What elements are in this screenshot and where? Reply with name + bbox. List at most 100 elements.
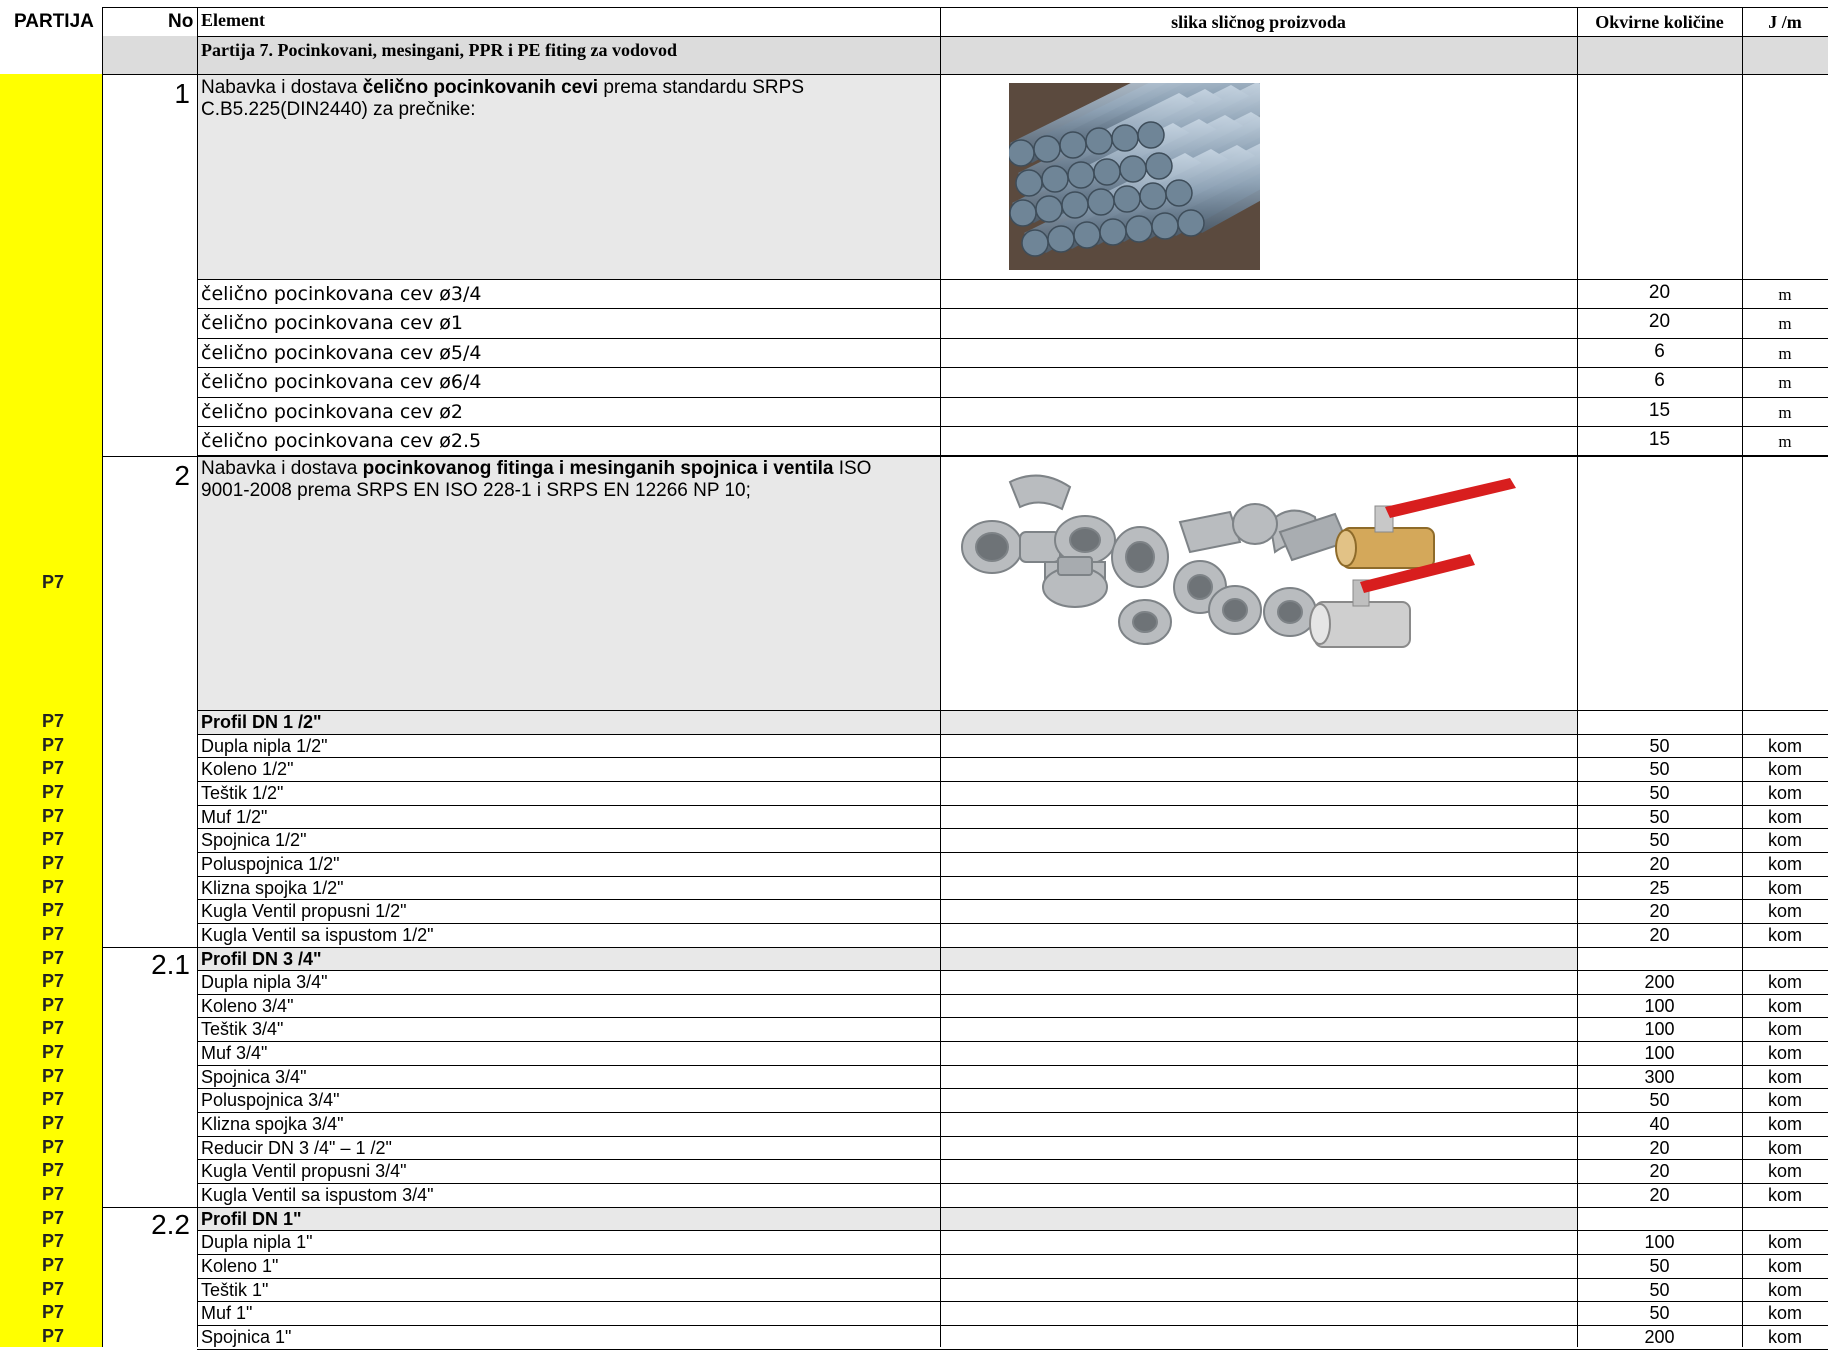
pipe-qty: 20 <box>1648 311 1671 333</box>
fitting-qty: 50 <box>1649 806 1670 827</box>
fitting-name: Poluspojnica 3/4" <box>201 1090 340 1111</box>
fitting-name: Klizna spojka 3/4" <box>201 1114 344 1135</box>
group-top-line <box>102 1206 1828 1208</box>
pipe-name: čelično pocinkovana cev ø2 <box>201 400 463 423</box>
fitting-unit: kom <box>1767 1161 1802 1182</box>
fitting-name: Teštik 1" <box>201 1279 269 1300</box>
row-partija: P7 <box>42 1042 65 1063</box>
fitting-qty: 20 <box>1649 1185 1670 1205</box>
pipe-end <box>1137 121 1165 149</box>
fitting-qty: 20 <box>1649 853 1670 874</box>
pipe-end <box>1015 169 1043 197</box>
pipe-qty: 15 <box>1648 399 1671 421</box>
header-slika: slika sličnog proizvoda <box>1171 12 1346 32</box>
fitting-name: Poluspojnica 1/2" <box>201 853 340 874</box>
row-partija: P7 <box>42 1089 65 1110</box>
fitting-row-line <box>197 993 1828 995</box>
pipe-end <box>1021 229 1049 257</box>
fitting-unit: kom <box>1767 972 1802 993</box>
fitting-qty: 50 <box>1649 1090 1670 1111</box>
group-title: Profil DN 1" <box>201 1208 302 1229</box>
fitting-name: Kugla Ventil propusni 1/2" <box>201 901 407 922</box>
pipe-end <box>1145 152 1173 180</box>
section-bottom-line <box>102 74 1828 75</box>
row-partija: P7 <box>42 1065 65 1086</box>
row-partija: P7 <box>42 1207 65 1228</box>
pipe-unit: m <box>1778 402 1792 422</box>
pipe-unit: m <box>1778 285 1792 304</box>
fitting-name: Muf 1" <box>201 1303 253 1324</box>
item2-description: Nabavka i dostava pocinkovanog fitinga i… <box>201 458 871 502</box>
fitting-qty: 50 <box>1649 735 1670 756</box>
pipe-end <box>1125 215 1153 243</box>
fitting-qty: 20 <box>1649 901 1670 922</box>
pipe-unit: m <box>1778 432 1792 451</box>
fitting-unit: kom <box>1767 1090 1802 1111</box>
fitting-qty: 50 <box>1649 759 1670 780</box>
pipe-name: čelično pocinkovana cev ø1 <box>201 312 463 335</box>
fitting-name: Dupla nipla 1" <box>201 1232 313 1253</box>
pipe-row-line <box>197 367 1828 369</box>
row-partija: P7 <box>42 829 65 850</box>
fitting-unit: kom <box>1767 995 1802 1016</box>
fitting-row-line <box>197 1135 1828 1137</box>
fitting-qty: 20 <box>1649 1161 1670 1182</box>
fitting-unit: kom <box>1767 1303 1802 1324</box>
column-line <box>1577 7 1578 1347</box>
row-partija: P7 <box>42 805 65 826</box>
fitting-name: Dupla nipla 1/2" <box>201 735 328 756</box>
row-partija: P7 <box>42 994 65 1015</box>
group-top-line <box>102 946 1828 948</box>
fitting-name: Muf 3/4" <box>201 1043 268 1064</box>
item2-desc-bottom-line <box>197 710 1828 711</box>
pipe-end <box>1087 188 1115 216</box>
fitting-unit: kom <box>1767 1066 1802 1087</box>
header-jm: J /m <box>1768 12 1802 32</box>
row-partija: P7 <box>42 1184 65 1204</box>
fitting-qty: 50 <box>1649 782 1670 803</box>
fitting-unit: kom <box>1767 1279 1802 1300</box>
row-partija: P7 <box>42 758 65 779</box>
fitting-unit: kom <box>1767 924 1802 945</box>
pipe-row-line <box>197 308 1828 310</box>
row-partija: P7 <box>42 1231 65 1252</box>
pipe-end <box>1165 179 1193 207</box>
group-number: 2.2 <box>151 1208 190 1240</box>
fitting-qty: 25 <box>1649 877 1670 898</box>
fitting-unit: kom <box>1767 901 1802 922</box>
header-element: Element <box>201 10 265 30</box>
group-title: Profil DN 1 /2" <box>201 712 322 732</box>
item1-desc-pre: Nabavka i dostava <box>201 77 363 98</box>
fitting-unit: kom <box>1767 806 1802 827</box>
fitting-name: Koleno 1" <box>201 1255 279 1276</box>
fitting-qty: 50 <box>1649 1255 1670 1276</box>
pipe-end <box>1085 127 1113 155</box>
row-partija: P7 <box>42 781 65 802</box>
column-line <box>102 7 103 1347</box>
fitting-name: Koleno 3/4" <box>201 995 294 1016</box>
row-partija: P7 <box>42 876 65 897</box>
group-row-line <box>197 970 1828 972</box>
section-title: Partija 7. Pocinkovani, mesingani, PPR i… <box>201 40 678 60</box>
fitting-unit: kom <box>1767 1185 1802 1205</box>
pipe-unit: m <box>1778 343 1792 363</box>
fitting-row-line <box>197 1324 1828 1326</box>
group-title-fill <box>197 710 1577 734</box>
row-partija: P7 <box>42 1302 65 1323</box>
group-title-fill <box>197 946 1577 971</box>
fitting-qty: 100 <box>1644 1019 1675 1040</box>
group-title: Profil DN 3 /4" <box>201 948 322 969</box>
fitting-unit: kom <box>1767 1043 1802 1064</box>
fitting-unit: kom <box>1767 1232 1802 1253</box>
row-partija: P7 <box>42 1136 65 1157</box>
item2-number: 2 <box>174 460 190 491</box>
fitting-qty: 100 <box>1644 995 1675 1016</box>
pipe-end <box>1151 212 1179 240</box>
item2-desc-bold: pocinkovanog fitinga i mesinganih spojni… <box>362 458 834 479</box>
pipe-qty: 15 <box>1648 429 1671 450</box>
header-no: No <box>168 11 194 32</box>
fitting-row-line <box>197 899 1828 901</box>
fitting-unit: kom <box>1767 830 1802 851</box>
fitting-row-line <box>197 1277 1828 1279</box>
fitting-qty: 50 <box>1649 1303 1670 1324</box>
